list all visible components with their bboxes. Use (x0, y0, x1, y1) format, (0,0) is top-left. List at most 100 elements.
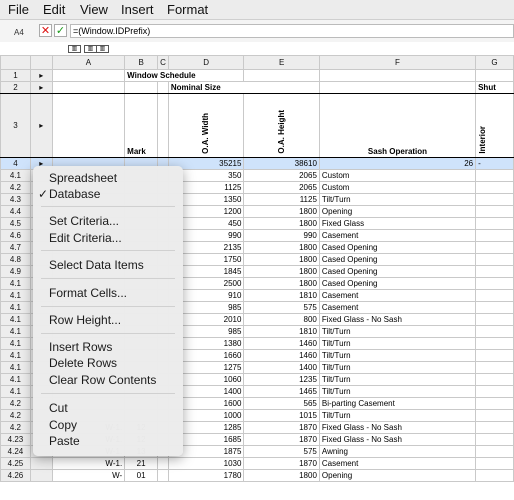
menu-insert[interactable]: Insert (121, 2, 154, 17)
menu-item-insert-rows[interactable]: Insert Rows (49, 340, 112, 354)
column-tool-icon[interactable]: ▥ (96, 45, 109, 53)
menu-item-spreadsheet[interactable]: Spreadsheet (49, 171, 117, 185)
interior-cell[interactable] (475, 361, 514, 374)
sash-operation-cell[interactable]: Casement (318, 301, 477, 314)
cancel-icon[interactable]: ✕ (39, 24, 52, 37)
interior-cell[interactable] (475, 457, 514, 470)
sash-operation-cell[interactable]: Cased Opening (318, 241, 477, 254)
interior-cell[interactable] (475, 265, 514, 278)
interior-cell[interactable] (475, 277, 514, 290)
prefix-cell[interactable]: W-1. (51, 457, 126, 470)
sash-operation-cell[interactable]: Fixed Glass - No Sash (318, 421, 477, 434)
sash-operation-cell[interactable]: Tilt/Turn (318, 385, 477, 398)
height-cell[interactable]: 1465 (243, 385, 320, 398)
row-header[interactable]: 4.2 (0, 397, 31, 410)
menu-item-cut[interactable]: Cut (49, 401, 68, 415)
row-header[interactable]: 4.4 (0, 205, 31, 218)
interior-cell[interactable] (475, 313, 514, 326)
sash-operation-cell[interactable]: Cased Opening (318, 265, 477, 278)
column-header-b[interactable]: B (124, 55, 159, 70)
row-header[interactable]: 4.2 (0, 421, 31, 434)
menu-item-edit-criteria[interactable]: Edit Criteria... (49, 231, 122, 245)
sash-operation-cell[interactable]: Casement (318, 229, 477, 242)
row-header[interactable]: 4.1 (0, 373, 31, 386)
height-cell[interactable]: 1125 (243, 193, 320, 206)
mark-cell[interactable]: 21 (124, 457, 159, 470)
row-header[interactable]: 4.1 (0, 325, 31, 338)
sash-operation-cell[interactable]: Tilt/Turn (318, 373, 477, 386)
interior-cell[interactable] (475, 169, 514, 182)
row-header[interactable]: 4.1 (0, 169, 31, 182)
height-cell[interactable]: 1810 (243, 325, 320, 338)
row-header[interactable]: 3 (0, 93, 31, 158)
height-cell[interactable]: 565 (243, 397, 320, 410)
menu-item-format-cells[interactable]: Format Cells... (49, 286, 127, 300)
column-tool-icon[interactable]: ▥ (68, 45, 81, 53)
sash-operation-cell[interactable]: Casement (318, 457, 477, 470)
height-cell[interactable]: 1460 (243, 337, 320, 350)
interior-cell[interactable] (475, 301, 514, 314)
sash-operation-cell[interactable]: Tilt/Turn (318, 337, 477, 350)
row-header[interactable]: 4.26 (0, 469, 31, 482)
interior-cell[interactable] (475, 217, 514, 230)
sash-operation-cell[interactable]: Tilt/Turn (318, 361, 477, 374)
interior-cell[interactable] (475, 253, 514, 266)
prefix-cell[interactable]: W- (51, 469, 126, 482)
sash-operation-cell[interactable]: Opening (318, 205, 477, 218)
interior-cell[interactable] (475, 409, 514, 422)
row-header[interactable]: 4.23 (0, 433, 31, 446)
interior-cell[interactable] (475, 337, 514, 350)
interior-cell[interactable] (475, 349, 514, 362)
sash-operation-cell[interactable]: Tilt/Turn (318, 409, 477, 422)
row-header[interactable]: 4.1 (0, 301, 31, 314)
column-header-f[interactable]: F (318, 55, 477, 70)
count-total[interactable]: 26 (318, 157, 477, 170)
row-header[interactable]: 4.1 (0, 337, 31, 350)
interior-cell[interactable]: - (475, 157, 514, 170)
height-cell[interactable]: 1015 (243, 409, 320, 422)
menu-format[interactable]: Format (167, 2, 208, 17)
sash-operation-cell[interactable]: Bi-parting Casement (318, 397, 477, 410)
menu-item-select-data-items[interactable]: Select Data Items (49, 258, 144, 272)
height-cell[interactable]: 575 (243, 445, 320, 458)
height-cell[interactable]: 1235 (243, 373, 320, 386)
menu-file[interactable]: File (8, 2, 29, 17)
mark-cell[interactable]: 01 (124, 469, 159, 482)
interior-cell[interactable] (475, 289, 514, 302)
row-header[interactable]: 4.25 (0, 457, 31, 470)
height-cell[interactable]: 1460 (243, 349, 320, 362)
sash-operation-cell[interactable]: Tilt/Turn (318, 349, 477, 362)
sash-operation-cell[interactable]: Casement (318, 289, 477, 302)
height-total[interactable]: 38610 (243, 157, 320, 170)
sash-operation-cell[interactable]: Fixed Glass (318, 217, 477, 230)
width-cell[interactable]: 1030 (167, 457, 245, 470)
row-header[interactable]: 4.8 (0, 253, 31, 266)
row-header[interactable]: 4.24 (0, 445, 31, 458)
sash-operation-cell[interactable]: Cased Opening (318, 277, 477, 290)
sash-operation-cell[interactable]: Custom (318, 169, 477, 182)
interior-cell[interactable] (475, 205, 514, 218)
row-header[interactable]: 4.1 (0, 277, 31, 290)
interior-cell[interactable] (475, 181, 514, 194)
sash-operation-cell[interactable]: Opening (318, 469, 477, 482)
height-cell[interactable]: 1870 (243, 433, 320, 446)
height-cell[interactable]: 1800 (243, 205, 320, 218)
row-header[interactable]: 4.1 (0, 313, 31, 326)
height-cell[interactable]: 2065 (243, 169, 320, 182)
interior-cell[interactable] (475, 229, 514, 242)
row-header[interactable]: 4.1 (0, 289, 31, 302)
sash-operation-cell[interactable]: Tilt/Turn (318, 193, 477, 206)
height-cell[interactable]: 800 (243, 313, 320, 326)
menu-item-delete-rows[interactable]: Delete Rows (49, 356, 117, 370)
expand-arrow-icon[interactable]: ▸ (29, 81, 53, 94)
row-header[interactable]: 4.5 (0, 217, 31, 230)
row-header[interactable]: 2 (0, 81, 31, 94)
formula-input[interactable]: =(Window.IDPrefix) (70, 24, 514, 38)
interior-cell[interactable] (475, 193, 514, 206)
column-header-c[interactable]: C (157, 55, 169, 70)
menu-edit[interactable]: Edit (43, 2, 65, 17)
interior-cell[interactable] (475, 325, 514, 338)
column-header-a[interactable]: A (51, 55, 126, 70)
interior-cell[interactable] (475, 433, 514, 446)
height-cell[interactable]: 1800 (243, 253, 320, 266)
